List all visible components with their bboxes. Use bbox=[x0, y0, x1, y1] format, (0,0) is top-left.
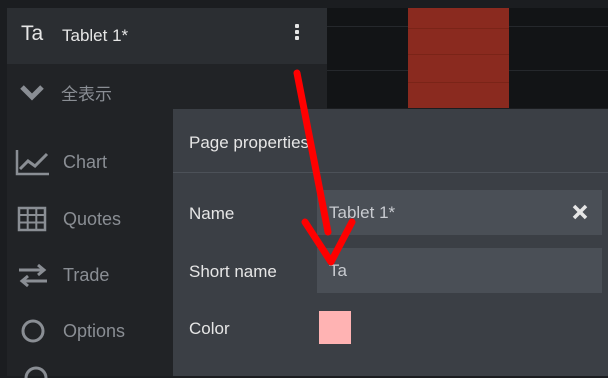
more-options-icon[interactable] bbox=[291, 24, 303, 48]
circle-icon bbox=[21, 319, 45, 343]
dialog-title: Page properties bbox=[189, 133, 310, 152]
tablet-short-name: Ta bbox=[21, 22, 44, 45]
chart-icon bbox=[15, 150, 49, 176]
table-icon bbox=[17, 206, 47, 232]
sidebar-item-quotes[interactable]: Quotes bbox=[15, 203, 185, 235]
name-label: Name bbox=[189, 204, 235, 223]
sidebar-item-label: Chart bbox=[63, 152, 108, 172]
color-label: Color bbox=[189, 319, 230, 338]
show-all-label: 全表示 bbox=[61, 85, 112, 104]
chart-area[interactable] bbox=[327, 8, 608, 108]
name-field-value: Tablet 1* bbox=[329, 203, 396, 222]
transfer-arrows-icon bbox=[19, 263, 47, 288]
color-swatch[interactable] bbox=[319, 311, 351, 344]
sidebar-item-label: Options bbox=[63, 321, 126, 341]
tablet-header[interactable]: Ta Tablet 1* bbox=[7, 8, 327, 64]
page-properties-dialog: Page properties Name Tablet 1* Short nam… bbox=[173, 109, 608, 376]
short-name-field-value: Ta bbox=[329, 261, 347, 280]
close-icon[interactable] bbox=[570, 202, 590, 222]
sidebar-item-chart[interactable]: Chart bbox=[15, 146, 185, 178]
tablet-title: Tablet 1* bbox=[62, 26, 129, 45]
sidebar-item-options[interactable]: Options bbox=[15, 315, 185, 347]
short-name-field[interactable]: Ta bbox=[317, 248, 602, 293]
chart-bar bbox=[408, 8, 509, 108]
chevron-down-icon bbox=[20, 85, 44, 101]
dialog-header: Page properties bbox=[173, 109, 608, 173]
short-name-label: Short name bbox=[189, 262, 277, 281]
sidebar-item-label: Quotes bbox=[63, 209, 122, 229]
name-field[interactable]: Tablet 1* bbox=[317, 190, 602, 235]
sidebar-item-trade[interactable]: Trade bbox=[15, 259, 185, 291]
sidebar-item-label: Trade bbox=[63, 265, 110, 285]
circle-icon bbox=[24, 366, 48, 378]
